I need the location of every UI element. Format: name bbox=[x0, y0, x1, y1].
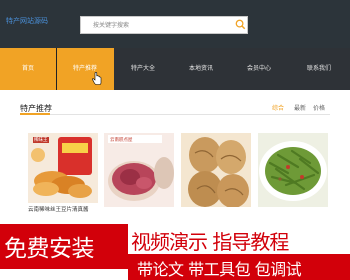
nav-item-member[interactable]: 会员中心 bbox=[230, 48, 288, 90]
nav-item-news[interactable]: 本地资讯 bbox=[172, 48, 230, 90]
promo-strip bbox=[0, 269, 128, 280]
promo-free-install-text: 免费安装 bbox=[4, 236, 95, 262]
site-logo[interactable]: 特产网站源码 bbox=[6, 16, 48, 26]
section-accent-bar bbox=[20, 113, 50, 115]
product-caption[interactable]: 云南稀味丝王豆片清真酱 bbox=[28, 206, 98, 214]
search-input[interactable] bbox=[81, 17, 231, 33]
hand-cursor-icon bbox=[92, 72, 102, 85]
section-divider bbox=[20, 114, 330, 115]
promo-video-text: 视频演示 指导教程 bbox=[131, 230, 289, 254]
product-image-green-beans bbox=[258, 133, 328, 207]
product-image-flower-cake bbox=[104, 133, 174, 207]
sort-tab-price[interactable]: 价格 bbox=[313, 103, 325, 112]
product-image-walnuts bbox=[181, 133, 251, 207]
search-box bbox=[80, 16, 248, 34]
sort-tab-overall[interactable]: 综合 bbox=[272, 103, 284, 112]
search-icon[interactable] bbox=[235, 19, 246, 30]
nav-item-contact[interactable]: 联系我们 bbox=[288, 48, 350, 90]
nav-divider bbox=[56, 48, 57, 90]
product-card[interactable] bbox=[258, 133, 328, 207]
product-card[interactable] bbox=[181, 133, 251, 207]
nav-item-catalog[interactable]: 特产大全 bbox=[114, 48, 172, 90]
product-image-chips bbox=[28, 133, 98, 203]
product-badge: 稀味王 bbox=[33, 137, 49, 143]
product-card[interactable] bbox=[104, 133, 174, 207]
sort-tab-newest[interactable]: 最新 bbox=[294, 103, 306, 112]
product-badge: 云南糕点屋 bbox=[110, 138, 133, 143]
nav-item-recommend[interactable]: 特产推荐 bbox=[56, 48, 114, 90]
product-card[interactable] bbox=[28, 133, 98, 203]
nav-item-home[interactable]: 首页 bbox=[0, 48, 56, 90]
promo-extras-text: 带论文 带工具包 包调试 bbox=[137, 260, 302, 279]
